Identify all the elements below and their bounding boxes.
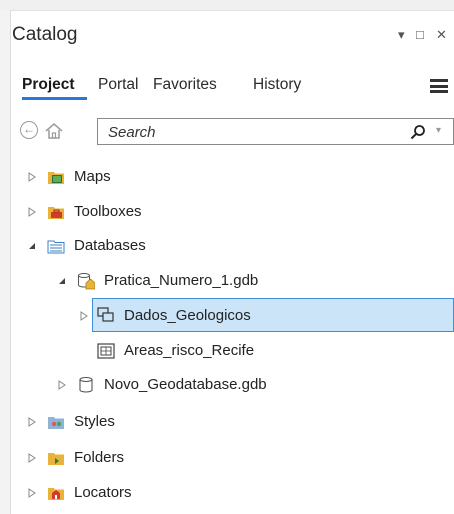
tree-item-label: Folders: [74, 449, 125, 466]
expand-arrow-icon[interactable]: [27, 417, 37, 427]
geodatabase-home-icon: [78, 273, 95, 290]
tree-item-label: Databases: [74, 237, 146, 254]
tab-favorites[interactable]: Favorites: [153, 76, 217, 94]
search-options-dropdown-icon[interactable]: ▾: [436, 125, 441, 136]
expand-arrow-icon[interactable]: [27, 207, 37, 217]
toolboxes-folder-icon: [48, 207, 64, 219]
pin-dropdown-icon[interactable]: ▾: [398, 27, 405, 43]
geodatabase-icon: [79, 376, 93, 393]
tree-item-areas-risco-recife[interactable]: Areas_risco_Recife: [11, 334, 454, 368]
search-box[interactable]: ▾: [97, 118, 454, 145]
styles-folder-icon: [48, 417, 64, 429]
databases-folder-icon: [47, 240, 65, 254]
hamburger-menu-icon[interactable]: [430, 79, 448, 93]
tab-portal[interactable]: Portal: [98, 76, 139, 94]
back-arrow-icon[interactable]: ←: [20, 121, 38, 139]
tree-item-maps[interactable]: Maps: [11, 160, 454, 194]
tree-item-databases[interactable]: Databases: [11, 229, 454, 263]
search-icon[interactable]: [410, 124, 426, 140]
tree-item-locators[interactable]: Locators: [11, 476, 454, 510]
left-dock-edge: [0, 10, 11, 514]
feature-dataset-icon: [97, 307, 114, 322]
tree-item-label: Areas_risco_Recife: [124, 342, 255, 359]
tree-item-novo-geodatabase[interactable]: Novo_Geodatabase.gdb: [11, 368, 454, 402]
tree-item-label: Dados_Geologicos: [124, 307, 251, 324]
tree-item-folders[interactable]: Folders: [11, 441, 454, 475]
tree-item-label: Novo_Geodatabase.gdb: [104, 376, 267, 393]
panel-title: Catalog: [12, 24, 78, 45]
tree-item-styles[interactable]: Styles: [11, 405, 454, 439]
tree-item-toolboxes[interactable]: Toolboxes: [11, 195, 454, 229]
tab-project[interactable]: Project: [22, 76, 75, 94]
maximize-icon[interactable]: □: [416, 27, 424, 42]
raster-dataset-icon: [97, 343, 115, 359]
tree-item-label: Toolboxes: [74, 203, 142, 220]
tree-item-label: Maps: [74, 168, 111, 185]
tree-item-label: Styles: [74, 413, 115, 430]
maps-folder-icon: [48, 172, 64, 184]
collapse-arrow-icon[interactable]: [57, 276, 67, 286]
home-icon[interactable]: [44, 121, 64, 141]
tree-item-pratica-gdb[interactable]: Pratica_Numero_1.gdb: [11, 264, 454, 298]
expand-arrow-icon[interactable]: [27, 172, 37, 182]
tree-item-label: Pratica_Numero_1.gdb: [104, 272, 259, 289]
locators-folder-icon: [48, 488, 64, 500]
active-tab-indicator: [22, 97, 87, 100]
expand-arrow-icon[interactable]: [27, 453, 37, 463]
expand-arrow-icon[interactable]: [57, 380, 67, 390]
window-top-strip: [0, 0, 454, 11]
tree-item-label: Locators: [74, 484, 132, 501]
tab-history[interactable]: History: [253, 76, 301, 94]
expand-arrow-icon[interactable]: [27, 488, 37, 498]
close-icon[interactable]: ✕: [436, 27, 447, 43]
search-input[interactable]: [106, 123, 390, 142]
folders-folder-icon: [48, 453, 64, 465]
collapse-arrow-icon[interactable]: [27, 241, 37, 251]
expand-arrow-icon[interactable]: [79, 311, 89, 321]
tree-item-dados-geologicos[interactable]: Dados_Geologicos: [80, 298, 454, 332]
